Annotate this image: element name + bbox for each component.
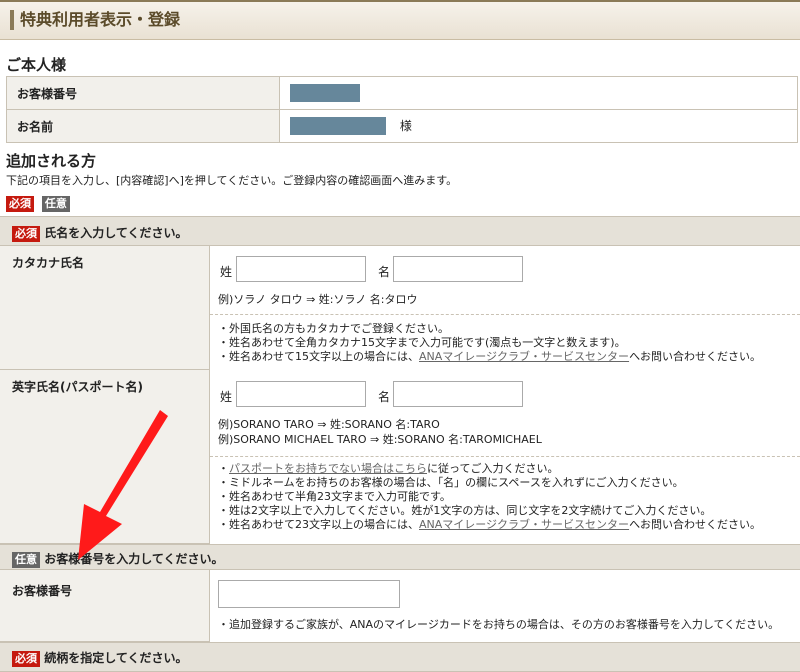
romaji-note-5: ・姓名あわせて23文字以上の場合には、ANAマイレージクラブ・サービスセンターへ… xyxy=(218,518,762,531)
legend: 必須 任意 xyxy=(6,196,70,212)
customer-number-label: お客様番号 xyxy=(6,76,280,110)
member-number-input[interactable] xyxy=(218,580,400,608)
katakana-last-label: 姓 xyxy=(220,265,233,279)
katakana-note-1: ・外国氏名の方もカタカナでご登録ください。 xyxy=(218,322,449,335)
member-number-optional-badge: 任意 xyxy=(12,551,40,568)
romaji-last-label: 姓 xyxy=(220,390,233,404)
customer-number-value xyxy=(279,76,798,110)
divider xyxy=(210,314,800,315)
legend-required-badge: 必須 xyxy=(6,196,34,212)
katakana-note-2: ・姓名あわせて全角カタカナ15文字まで入力可能です(濁点も一文字と数えます)。 xyxy=(218,336,626,349)
name-required-badge: 必須 xyxy=(12,225,40,242)
page-title: 特典利用者表示・登録 xyxy=(10,10,180,30)
romaji-notes: ・パスポートをお持ちでない場合はこちらに従ってご入力ください。 ・ミドルネームを… xyxy=(218,462,761,532)
katakana-first-name-input[interactable] xyxy=(393,256,523,282)
katakana-notes: ・外国氏名の方もカタカナでご登録ください。 ・姓名あわせて全角カタカナ15文字ま… xyxy=(218,322,761,364)
service-center-link[interactable]: ANAマイレージクラブ・サービスセンター xyxy=(419,350,629,363)
add-section-heading: 追加される方 xyxy=(6,152,97,170)
add-section-instruction: 下記の項目を入力し、[内容確認]へ]を押してください。ご登録内容の確認画面へ進み… xyxy=(6,174,458,187)
member-number-label: お客様番号 xyxy=(12,584,73,598)
service-center-link-2[interactable]: ANAマイレージクラブ・サービスセンター xyxy=(419,518,629,531)
name-label: お名前 xyxy=(6,109,280,143)
page-title-bar: 特典利用者表示・登録 xyxy=(0,0,800,40)
romaji-note-1: ・パスポートをお持ちでない場合はこちらに従ってご入力ください。 xyxy=(218,462,559,475)
romaji-note-3: ・姓名あわせて半角23文字まで入力可能です。 xyxy=(218,490,451,503)
legend-optional-badge: 任意 xyxy=(41,196,70,212)
no-passport-link[interactable]: パスポートをお持ちでない場合はこちら xyxy=(229,462,427,475)
katakana-note-3: ・姓名あわせて15文字以上の場合には、ANAマイレージクラブ・サービスセンターへ… xyxy=(218,350,762,363)
romaji-example-1: 例)SORANO TARO ⇒ 姓:SORANO 名:TARO xyxy=(218,418,440,431)
relation-section-title: 続柄を指定してください。 xyxy=(44,651,188,665)
katakana-label: カタカナ氏名 xyxy=(12,256,85,270)
self-info-table: お客様番号 お名前 様 xyxy=(6,76,798,143)
katakana-example: 例)ソラノ タロウ ⇒ 姓:ソラノ 名:タロウ xyxy=(218,293,418,306)
romaji-example-2: 例)SORANO MICHAEL TARO ⇒ 姓:SORANO 名:TAROM… xyxy=(218,433,542,446)
katakana-last-name-input[interactable] xyxy=(236,256,366,282)
name-section-title: 氏名を入力してください。 xyxy=(44,226,188,240)
romaji-label: 英字氏名(パスポート名) xyxy=(12,380,143,394)
self-section-heading: ご本人様 xyxy=(6,56,67,74)
katakana-label-cell: カタカナ氏名 xyxy=(0,246,210,370)
romaji-note-2: ・ミドルネームをお持ちのお客様の場合は、「名」の欄にスペースを入れずにご入力くだ… xyxy=(218,476,684,489)
divider xyxy=(210,456,800,457)
name-section-header: 必須 氏名を入力してください。 xyxy=(0,216,800,246)
redacted-customer-number xyxy=(290,84,360,102)
romaji-last-name-input[interactable] xyxy=(236,381,366,407)
romaji-first-label: 名 xyxy=(378,390,391,404)
member-number-label-cell: お客様番号 xyxy=(0,570,210,642)
romaji-note-4: ・姓は2文字以上で入力してください。姓が1文字の方は、同じ文字を2文字続けてご入… xyxy=(218,504,712,517)
relation-section-header: 必須 続柄を指定してください。 xyxy=(0,642,800,672)
name-value: 様 xyxy=(279,109,798,143)
relation-required-badge: 必須 xyxy=(12,650,40,667)
name-suffix: 様 xyxy=(399,118,412,133)
member-number-note: ・追加登録するご家族が、ANAのマイレージカードをお持ちの場合は、その方のお客様… xyxy=(218,618,780,631)
katakana-first-label: 名 xyxy=(378,265,391,279)
annotation-arrow-icon xyxy=(78,410,168,560)
redacted-name xyxy=(290,117,386,136)
romaji-first-name-input[interactable] xyxy=(393,381,523,407)
